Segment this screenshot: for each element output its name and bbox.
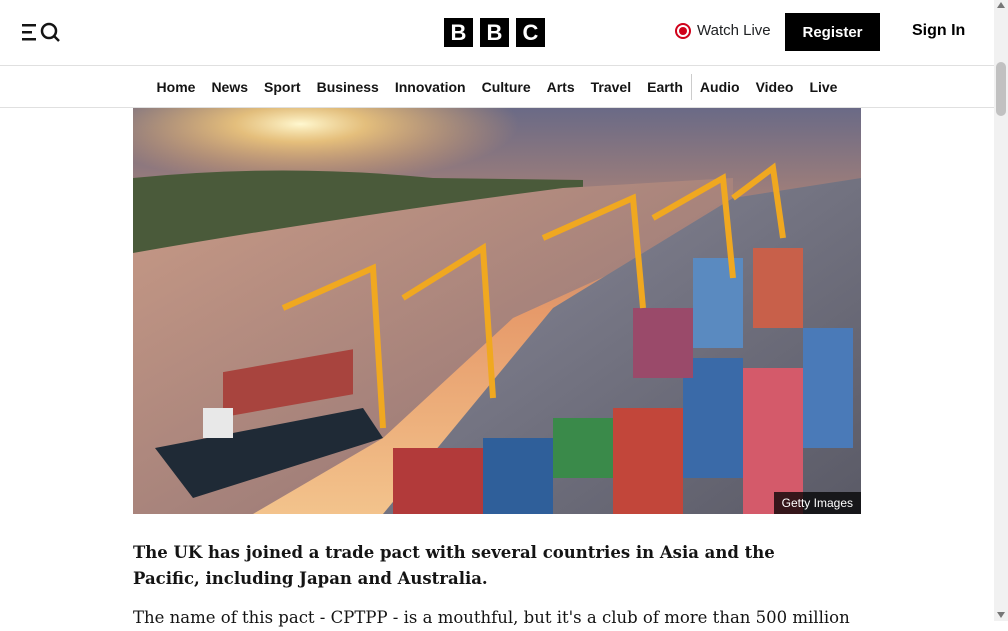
menu-search-button[interactable]	[20, 20, 64, 44]
scroll-up-arrow-icon[interactable]	[997, 2, 1005, 8]
nav-business[interactable]: Business	[309, 66, 387, 107]
menu-search-icon	[22, 22, 60, 42]
nav-video[interactable]: Video	[748, 66, 802, 107]
nav-earth[interactable]: Earth	[639, 66, 691, 107]
watch-live-label: Watch Live	[697, 22, 771, 39]
nav-travel[interactable]: Travel	[583, 66, 639, 107]
port-illustration	[133, 108, 861, 514]
article-lead: The UK has joined a trade pact with seve…	[133, 543, 775, 588]
logo-letter-2: B	[480, 18, 509, 47]
nav-arts[interactable]: Arts	[539, 66, 583, 107]
scrollbar-thumb[interactable]	[996, 62, 1006, 116]
watch-live-link[interactable]: Watch Live	[675, 22, 771, 39]
register-button[interactable]: Register	[785, 13, 880, 51]
nav-news[interactable]: News	[203, 66, 256, 107]
main-nav: Home News Sport Business Innovation Cult…	[0, 66, 994, 108]
nav-innovation[interactable]: Innovation	[387, 66, 474, 107]
site-header: B B C Watch Live Register Sign In	[0, 0, 994, 66]
nav-sport[interactable]: Sport	[256, 66, 309, 107]
hero-image: Getty Images	[133, 108, 861, 514]
logo-letter-3: C	[516, 18, 545, 47]
logo-letter-1: B	[444, 18, 473, 47]
bbc-logo[interactable]: B B C	[444, 18, 545, 47]
article-body-paragraph: The name of this pact - CPTPP - is a mou…	[133, 608, 850, 627]
live-dot-icon	[675, 22, 691, 39]
nav-live[interactable]: Live	[801, 66, 845, 107]
sign-in-link[interactable]: Sign In	[912, 22, 965, 40]
page-scrollbar[interactable]	[994, 0, 1008, 621]
image-credit: Getty Images	[773, 492, 861, 514]
nav-audio[interactable]: Audio	[692, 66, 748, 107]
scroll-down-arrow-icon[interactable]	[997, 612, 1005, 618]
nav-culture[interactable]: Culture	[474, 66, 539, 107]
nav-home[interactable]: Home	[149, 66, 204, 107]
